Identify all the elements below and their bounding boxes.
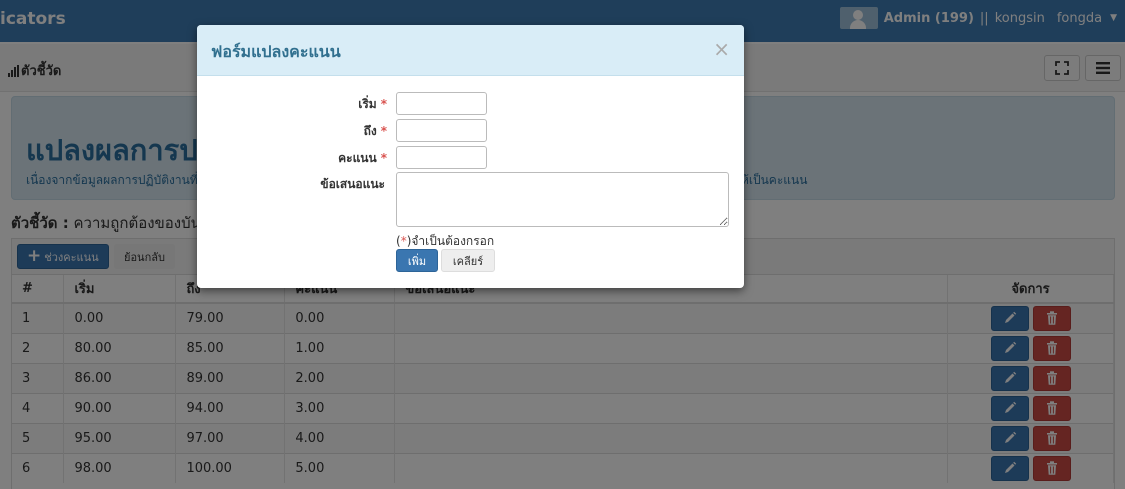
end-label-text: ถึง: [363, 124, 377, 138]
start-label: เริ่ม *: [237, 95, 387, 114]
required-asterisk: *: [400, 234, 407, 248]
suggestion-label: ข้อเสนอแนะ: [320, 177, 385, 191]
end-label: ถึง *: [237, 122, 387, 141]
start-label-text: เริ่ม: [358, 97, 377, 111]
required-note-text: จำเป็นต้องกรอก: [411, 234, 495, 248]
score-label: คะแนน *: [237, 149, 387, 168]
modal-title: ฟอร์มแปลงคะแนน: [211, 42, 341, 61]
end-input[interactable]: [396, 119, 487, 142]
clear-button[interactable]: เคลียร์: [441, 249, 495, 272]
modal-header: ฟอร์มแปลงคะแนน ×: [197, 25, 744, 76]
suggestion-textarea[interactable]: [396, 172, 729, 227]
score-form-modal: ฟอร์มแปลงคะแนน × เริ่ม * ถึง * คะแนน * ข้อเ…: [197, 25, 744, 288]
close-icon[interactable]: ×: [713, 37, 730, 61]
required-asterisk: *: [380, 124, 387, 138]
score-label-text: คะแนน: [338, 151, 377, 165]
required-asterisk: *: [380, 97, 387, 111]
add-button[interactable]: เพิ่ม: [396, 249, 438, 272]
score-input[interactable]: [396, 146, 487, 169]
required-asterisk: *: [380, 151, 387, 165]
start-input[interactable]: [396, 92, 487, 115]
